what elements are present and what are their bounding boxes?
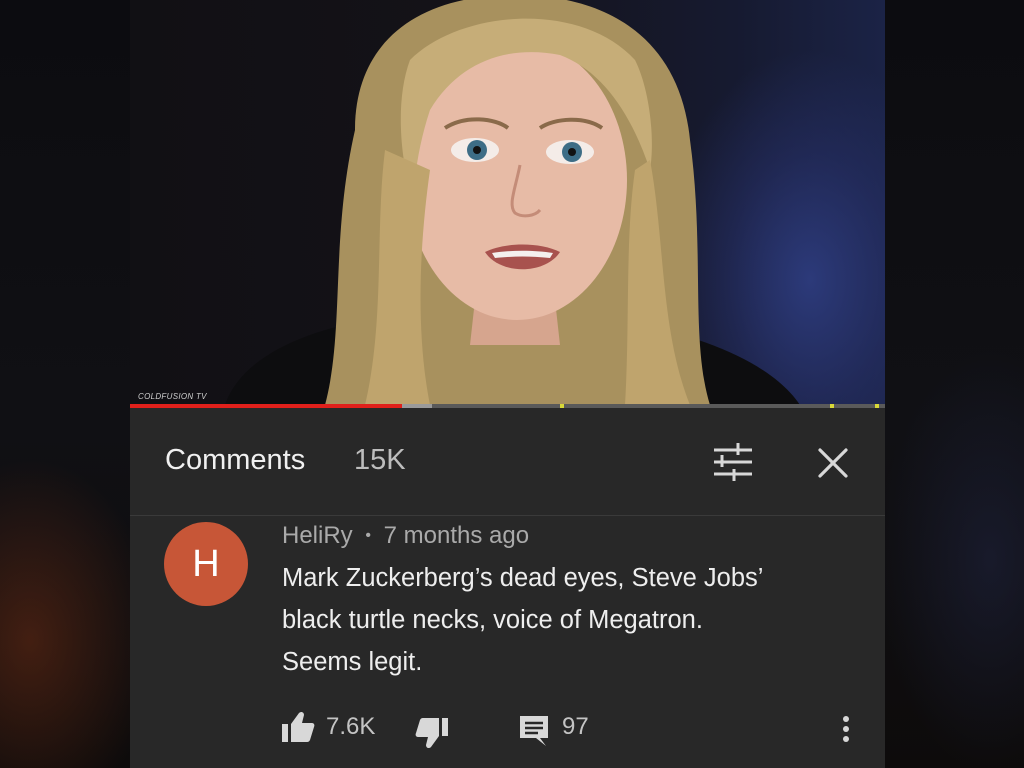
- comments-count: 15K: [354, 444, 406, 476]
- close-icon: [818, 448, 848, 478]
- comments-title: Comments: [165, 444, 306, 476]
- thumbs-up-icon: [282, 711, 315, 742]
- close-comments-button[interactable]: [810, 440, 856, 486]
- comment-body: Mark Zuckerberg’s dead eyes, Steve Jobs’…: [282, 557, 842, 683]
- reply-button[interactable]: [516, 712, 552, 748]
- sort-comments-button[interactable]: [708, 438, 758, 488]
- video-frame-image: [225, 0, 800, 405]
- comment-author[interactable]: HeliRy: [282, 522, 353, 549]
- comment-line: black turtle necks, voice of Megatron.: [282, 606, 703, 634]
- thumbs-down-icon: [415, 718, 448, 749]
- app-screen: COLDFUSION TV Comments 15K H HeliRy • 7 …: [130, 0, 885, 768]
- comment-actions: 7.6K 97: [130, 700, 885, 760]
- meta-separator: •: [365, 527, 371, 544]
- comment-line: Seems legit.: [282, 648, 423, 676]
- video-player[interactable]: COLDFUSION TV: [130, 0, 885, 405]
- reply-icon: [520, 716, 548, 746]
- like-button[interactable]: [280, 710, 316, 746]
- more-options-button[interactable]: [836, 712, 856, 748]
- like-count: 7.6K: [326, 713, 376, 740]
- avatar[interactable]: H: [164, 522, 248, 606]
- comments-header: Comments 15K: [130, 408, 885, 516]
- sort-sliders-icon: [714, 443, 752, 481]
- comment-meta: HeliRy • 7 months ago: [282, 522, 529, 550]
- more-vertical-icon: [843, 716, 849, 742]
- comment-line: Mark Zuckerberg’s dead eyes, Steve Jobs’: [282, 564, 764, 592]
- comment-timestamp[interactable]: 7 months ago: [384, 522, 529, 549]
- dislike-button[interactable]: [414, 714, 450, 750]
- channel-watermark: COLDFUSION TV: [138, 392, 207, 401]
- reply-count: 97: [562, 713, 589, 740]
